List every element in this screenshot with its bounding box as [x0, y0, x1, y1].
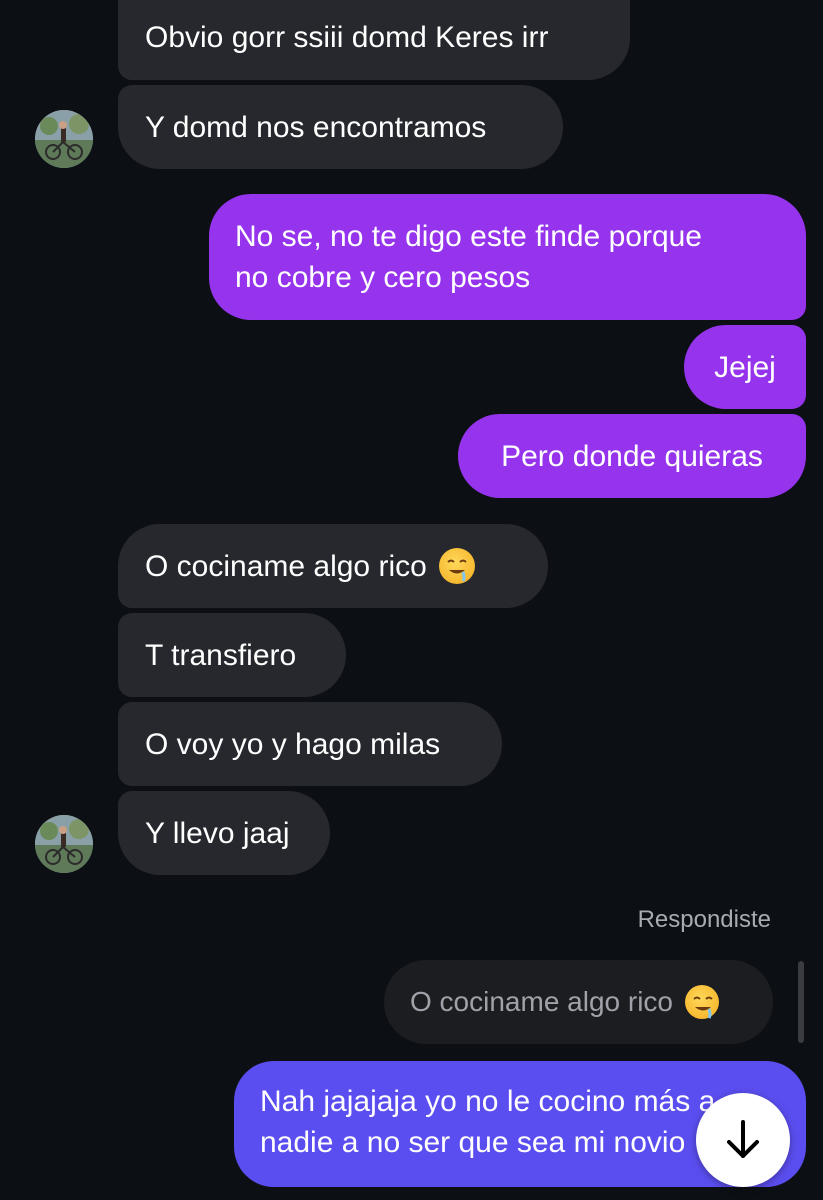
incoming-message[interactable]: T transfiero	[118, 613, 346, 697]
avatar-image	[35, 110, 93, 168]
incoming-message[interactable]: Y llevo jaaj	[118, 791, 330, 875]
drooling-face-emoji-icon	[438, 548, 475, 584]
incoming-message[interactable]: O cociname algo rico	[118, 524, 548, 608]
arrow-down-icon	[727, 1120, 759, 1158]
quoted-text: O cociname algo rico	[410, 986, 674, 1017]
message-text: O voy yo y hago milas	[145, 727, 441, 761]
message-line: no cobre y cero pesos	[235, 261, 531, 294]
message-text: Y domd nos encontramos	[145, 110, 487, 144]
contact-avatar[interactable]	[35, 110, 93, 168]
incoming-message[interactable]: Obvio gorr ssiii domd Keres irr	[118, 0, 630, 80]
message-text: T transfiero	[145, 638, 297, 672]
outgoing-message[interactable]: Jejej	[684, 325, 806, 409]
message-text: Jejej	[714, 350, 776, 384]
outgoing-message[interactable]: No se, no te digo este finde porque no c…	[209, 194, 806, 320]
message-text: Obvio gorr ssiii domd Keres irr	[145, 20, 549, 54]
avatar-image	[35, 815, 93, 873]
message-text: Y llevo jaaj	[145, 816, 290, 850]
quoted-message[interactable]: O cociname algo rico	[384, 960, 773, 1044]
incoming-message[interactable]: Y domd nos encontramos	[118, 85, 563, 169]
message-text: No se, no te digo este finde porque no c…	[235, 216, 702, 298]
outgoing-message[interactable]: Pero donde quieras	[458, 414, 806, 498]
message-line: No se, no te digo este finde porque	[235, 220, 702, 253]
message-text: Pero donde quieras	[501, 439, 763, 473]
reply-label: Respondiste	[637, 906, 771, 933]
quote-indicator-bar	[798, 961, 804, 1043]
message-text: O cociname algo rico	[145, 549, 427, 583]
scroll-to-bottom-button[interactable]	[696, 1093, 790, 1187]
contact-avatar[interactable]	[35, 815, 93, 873]
incoming-message[interactable]: O voy yo y hago milas	[118, 702, 502, 786]
drooling-face-emoji-icon	[685, 985, 720, 1019]
